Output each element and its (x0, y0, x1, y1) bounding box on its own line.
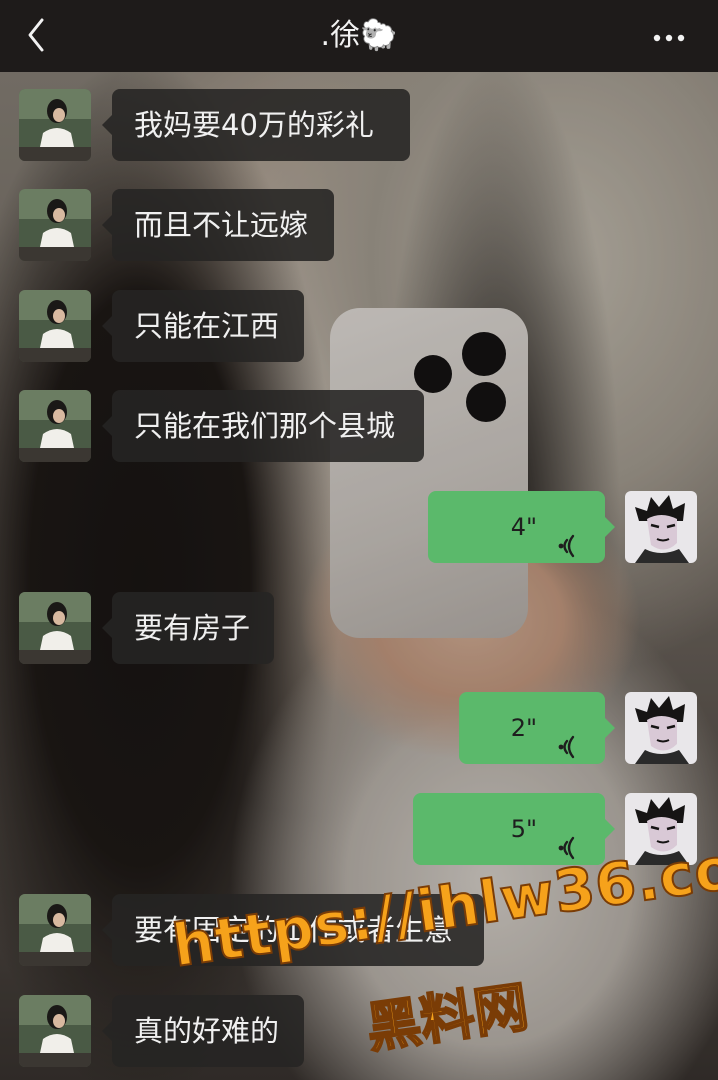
message-bubble[interactable]: 要有房子 (102, 592, 274, 664)
voice-message-bubble[interactable]: 5" (413, 793, 615, 865)
contact-avatar[interactable] (19, 390, 91, 462)
message-row: 4" (0, 491, 718, 563)
contact-avatar[interactable] (19, 995, 91, 1067)
contact-avatar[interactable] (19, 89, 91, 161)
voice-wave-icon (553, 515, 575, 558)
voice-duration: 2" (510, 714, 537, 742)
contact-avatar[interactable] (19, 592, 91, 664)
message-row: 只能在我们那个县城 (0, 390, 718, 462)
voice-wave-icon (553, 716, 575, 759)
more-dots-icon[interactable] (651, 29, 691, 42)
message-row: 2" (0, 692, 718, 764)
contact-avatar[interactable] (19, 894, 91, 966)
my-avatar[interactable] (625, 491, 697, 563)
message-bubble[interactable]: 而且不让远嫁 (102, 189, 334, 261)
message-bubble[interactable]: 我妈要40万的彩礼 (102, 89, 410, 161)
voice-duration: 4" (510, 513, 537, 541)
my-avatar[interactable] (625, 692, 697, 764)
contact-avatar[interactable] (19, 189, 91, 261)
contact-avatar[interactable] (19, 290, 91, 362)
voice-duration: 5" (510, 815, 537, 843)
message-row: 真的好难的 (0, 995, 718, 1067)
voice-message-bubble[interactable]: 2" (459, 692, 615, 764)
message-bubble[interactable]: 只能在我们那个县城 (102, 390, 424, 462)
voice-wave-icon (553, 817, 575, 860)
voice-message-bubble[interactable]: 4" (428, 491, 615, 563)
message-bubble[interactable]: 只能在江西 (102, 290, 304, 362)
message-row: 要有房子 (0, 592, 718, 664)
message-row: 我妈要40万的彩礼 (0, 89, 718, 161)
message-bubble[interactable]: 要有固定的工作或者生意 (102, 894, 484, 966)
chat-title: .徐🐑 (320, 18, 398, 53)
message-row: 要有固定的工作或者生意 (0, 894, 718, 966)
my-avatar[interactable] (625, 793, 697, 865)
message-row: 5" (0, 793, 718, 865)
message-row: 而且不让远嫁 (0, 189, 718, 261)
message-row: 只能在江西 (0, 290, 718, 362)
chat-header: .徐🐑 (0, 0, 718, 72)
message-bubble[interactable]: 真的好难的 (102, 995, 304, 1067)
